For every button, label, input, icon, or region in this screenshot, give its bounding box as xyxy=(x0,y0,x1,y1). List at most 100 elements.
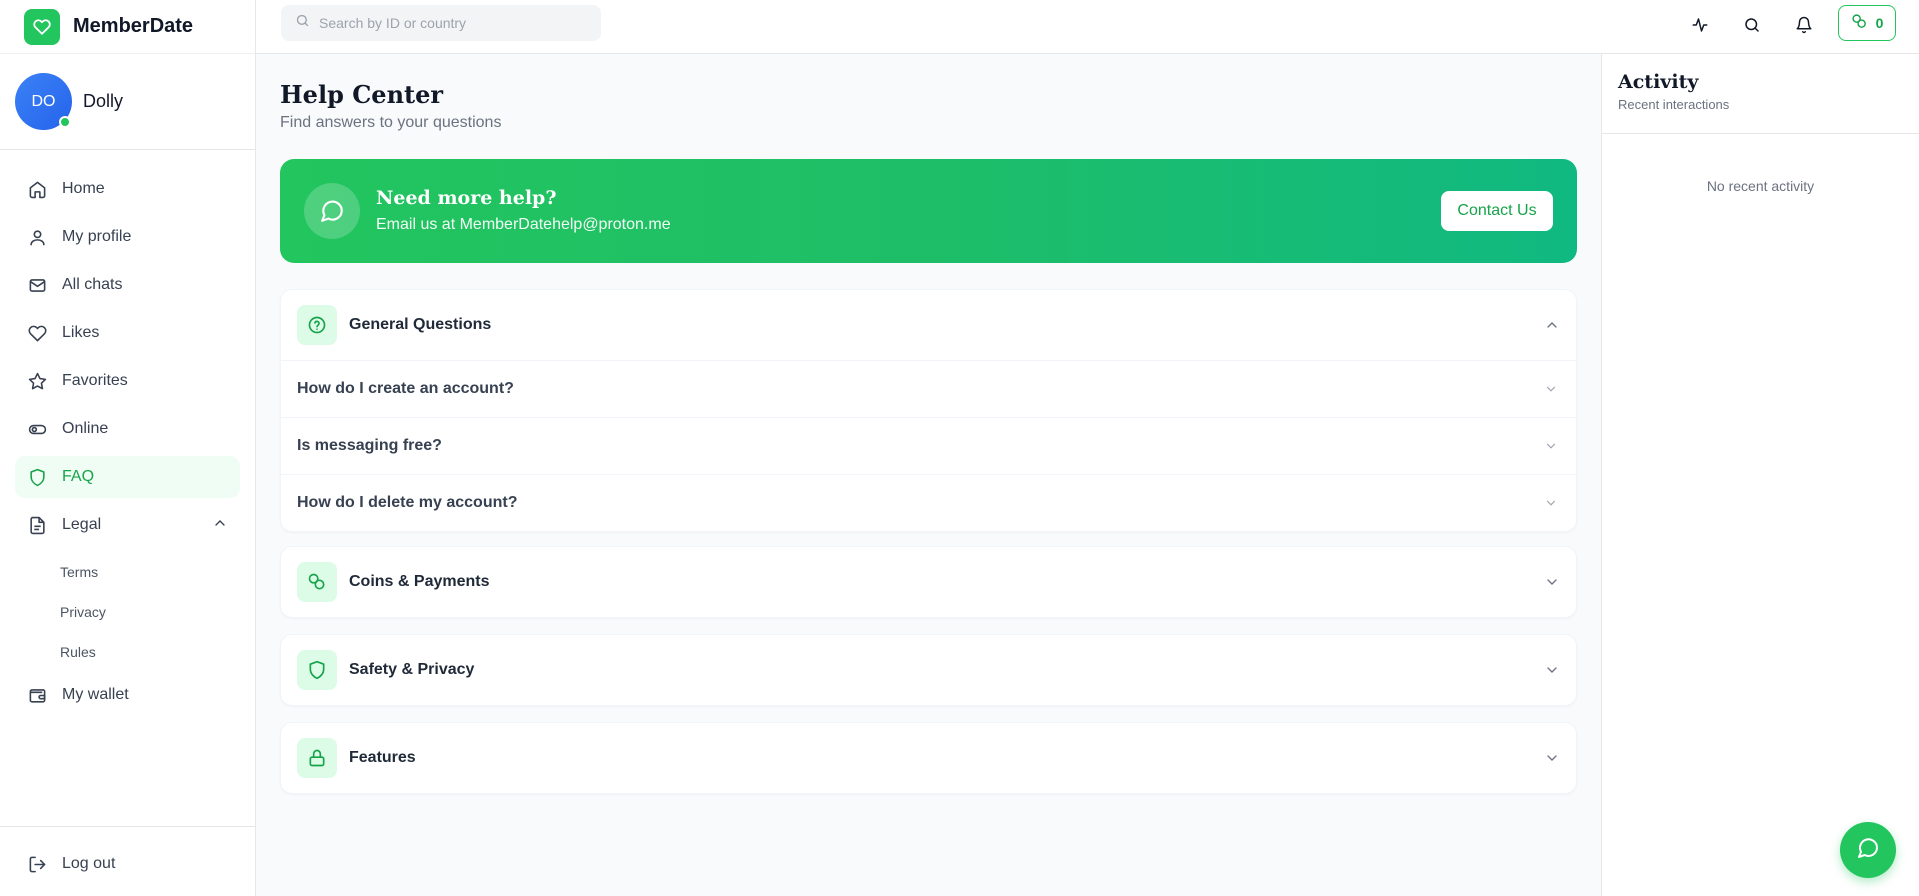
activity-empty-state: No recent activity xyxy=(1706,178,1815,194)
sidebar-sub-privacy[interactable]: Privacy xyxy=(0,592,255,632)
faq-section-header[interactable]: Coins & Payments xyxy=(281,547,1576,617)
faq-section-title: Safety & Privacy xyxy=(349,661,475,678)
user-profile[interactable]: DO Dolly xyxy=(0,54,255,150)
sidebar-item-label: Home xyxy=(62,180,105,197)
sidebar-item-all-chats[interactable]: All chats xyxy=(15,264,240,306)
sidebar-item-label: Likes xyxy=(62,324,100,341)
sidebar: MemberDate DO Dolly Home My profile All … xyxy=(0,0,256,896)
page-subtitle: Find answers to your questions xyxy=(280,114,502,131)
coin-count: 0 xyxy=(1875,15,1884,31)
faq-section-coins: Coins & Payments xyxy=(280,546,1577,618)
page-title: Help Center xyxy=(280,80,444,109)
shield-icon xyxy=(297,650,337,690)
chat-fab-button[interactable] xyxy=(1840,822,1896,878)
faq-question[interactable]: How do I create an account? xyxy=(281,360,1576,417)
faq-section-general: General Questions How do I create an acc… xyxy=(280,289,1577,532)
faq-section-features: Features xyxy=(280,722,1577,794)
activity-title: Activity xyxy=(1618,71,1699,93)
sidebar-item-my-profile[interactable]: My profile xyxy=(15,216,240,258)
sidebar-item-label: All chats xyxy=(62,276,123,293)
notifications-button[interactable] xyxy=(1788,11,1820,43)
contact-us-button[interactable]: Contact Us xyxy=(1441,191,1553,231)
lock-icon xyxy=(297,738,337,778)
help-center-main: Help Center Find answers to your questio… xyxy=(256,54,1601,896)
sidebar-item-favorites[interactable]: Favorites xyxy=(15,360,240,402)
faq-question-text: Is messaging free? xyxy=(297,437,442,454)
banner-email-text: Email us at MemberDatehelp@proton.me xyxy=(376,216,671,233)
online-status-dot xyxy=(59,116,71,128)
sidebar-item-label: Legal xyxy=(62,516,102,533)
chevron-down-icon xyxy=(1544,439,1558,458)
sidebar-nav: Home My profile All chats Likes Favorite… xyxy=(0,150,255,716)
faq-question[interactable]: Is messaging free? xyxy=(281,417,1576,474)
banner-title: Need more help? xyxy=(376,187,557,209)
faq-section-header[interactable]: Features xyxy=(281,723,1576,793)
faq-question-text: How do I delete my account? xyxy=(297,494,518,511)
chevron-down-icon xyxy=(1544,382,1558,401)
sidebar-item-label: Favorites xyxy=(62,372,128,389)
chevron-down-icon xyxy=(1544,662,1560,683)
activity-pulse-icon xyxy=(1691,16,1709,39)
coins-icon xyxy=(297,562,337,602)
help-circle-icon xyxy=(297,305,337,345)
faq-section-title: Coins & Payments xyxy=(349,573,490,590)
sidebar-item-home[interactable]: Home xyxy=(15,168,240,210)
search-button[interactable] xyxy=(1736,11,1768,43)
faq-question-text: How do I create an account? xyxy=(297,380,514,397)
activity-subtitle: Recent interactions xyxy=(1618,97,1730,112)
brand[interactable]: MemberDate xyxy=(0,0,255,54)
search-icon xyxy=(1743,16,1761,39)
activity-button[interactable] xyxy=(1684,11,1716,43)
faq-section-header[interactable]: Safety & Privacy xyxy=(281,635,1576,705)
chevron-down-icon xyxy=(1544,496,1558,515)
avatar-initials: DO xyxy=(31,92,56,110)
faq-section-title: General Questions xyxy=(349,316,492,333)
chevron-down-icon xyxy=(1544,574,1560,595)
mail-icon xyxy=(27,275,47,295)
coins-button[interactable]: 0 xyxy=(1838,5,1896,41)
sidebar-item-likes[interactable]: Likes xyxy=(15,312,240,354)
chevron-down-icon xyxy=(1544,750,1560,771)
shield-icon xyxy=(27,467,47,487)
top-bar: 0 xyxy=(256,0,1919,54)
avatar: DO xyxy=(15,73,72,130)
faq-section-safety: Safety & Privacy xyxy=(280,634,1577,706)
sidebar-item-online[interactable]: Online xyxy=(15,408,240,450)
search-icon xyxy=(295,13,310,33)
sidebar-item-legal[interactable]: Legal xyxy=(15,504,240,546)
faq-question[interactable]: How do I delete my account? xyxy=(281,474,1576,531)
chevron-up-icon xyxy=(212,515,228,536)
home-icon xyxy=(27,179,47,199)
chat-bubble-icon xyxy=(1856,836,1880,865)
divider xyxy=(0,826,256,827)
search-box[interactable] xyxy=(281,5,601,41)
logout-label: Log out xyxy=(62,855,116,872)
faq-section-header[interactable]: General Questions xyxy=(281,290,1576,360)
search-input[interactable] xyxy=(319,15,589,31)
heart-icon xyxy=(27,323,47,343)
sidebar-item-label: My wallet xyxy=(62,686,129,703)
star-icon xyxy=(27,371,47,391)
sidebar-sub-rules[interactable]: Rules xyxy=(0,632,255,672)
activity-header: Activity Recent interactions xyxy=(1602,54,1919,134)
document-icon xyxy=(27,515,47,535)
toggle-icon xyxy=(27,419,47,439)
brand-name: MemberDate xyxy=(73,15,194,37)
heart-logo-icon xyxy=(24,8,60,45)
sidebar-item-label: My profile xyxy=(62,228,132,245)
sidebar-item-label: Online xyxy=(62,420,109,437)
sidebar-item-my-wallet[interactable]: My wallet xyxy=(15,674,240,716)
sidebar-item-label: FAQ xyxy=(62,468,95,485)
user-icon xyxy=(27,227,47,247)
wallet-icon xyxy=(27,685,47,705)
user-name: Dolly xyxy=(83,91,124,111)
logout-button[interactable]: Log out xyxy=(15,843,240,885)
sidebar-item-faq[interactable]: FAQ xyxy=(15,456,240,498)
sidebar-sub-terms[interactable]: Terms xyxy=(0,552,255,592)
chat-bubble-icon xyxy=(304,183,360,239)
activity-panel: Activity Recent interactions No recent a… xyxy=(1601,54,1919,896)
chevron-up-icon xyxy=(1544,317,1560,338)
help-banner: Need more help? Email us at MemberDatehe… xyxy=(280,159,1577,263)
coins-icon xyxy=(1851,13,1868,33)
faq-section-title: Features xyxy=(349,749,416,766)
